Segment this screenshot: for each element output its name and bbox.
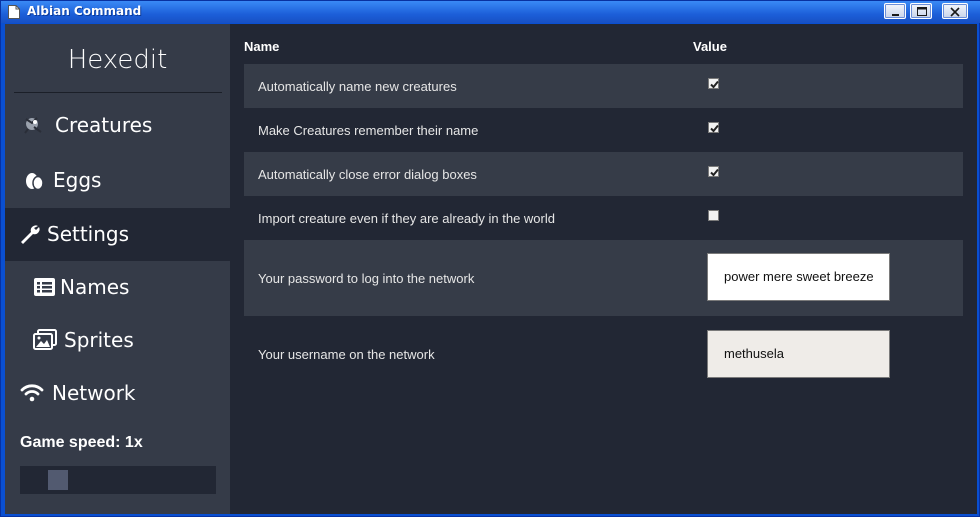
list-icon (34, 278, 55, 296)
wrench-icon (21, 225, 40, 244)
auto-name-checkbox[interactable] (708, 78, 719, 89)
egg-icon (26, 173, 44, 191)
setting-name: Your password to log into the network (258, 271, 475, 286)
maximize-button[interactable] (910, 3, 932, 19)
import-duplicate-checkbox[interactable] (708, 210, 719, 221)
setting-name: Make Creatures remember their name (258, 123, 479, 138)
sidebar: Hexedit Creatures Eggs Settings Names Sp… (5, 24, 230, 514)
images-icon (33, 329, 57, 350)
sidebar-item-label: Network (52, 381, 136, 405)
username-field[interactable]: methusela (707, 330, 890, 378)
checkmark-icon (710, 124, 719, 133)
auto-close-errors-checkbox[interactable] (708, 166, 719, 177)
client-area: Hexedit Creatures Eggs Settings Names Sp… (5, 24, 977, 514)
table-row: Your username on the network methusela (244, 316, 963, 392)
close-icon (950, 7, 960, 17)
settings-panel: Name Value Automatically name new creatu… (230, 24, 977, 514)
creature-icon (24, 117, 42, 134)
close-button[interactable] (942, 3, 968, 19)
minimize-icon (892, 14, 899, 16)
sidebar-item-sprites[interactable]: Sprites (5, 314, 230, 367)
application-window: Albian Command Hexedit Creatures Eggs Se… (0, 0, 980, 517)
window-title: Albian Command (27, 4, 142, 18)
sidebar-item-label: Creatures (55, 113, 153, 137)
table-row: Your password to log into the network po… (244, 240, 963, 316)
column-header-name: Name (244, 39, 280, 54)
title-bar[interactable]: Albian Command (1, 1, 980, 23)
setting-name: Your username on the network (258, 347, 435, 362)
document-icon (8, 5, 20, 19)
password-field[interactable]: power mere sweet breeze (707, 253, 890, 301)
app-title: Hexedit (67, 45, 168, 75)
table-row: Automatically close error dialog boxes (244, 152, 963, 196)
minimize-button[interactable] (884, 3, 906, 19)
sidebar-item-eggs[interactable]: Eggs (5, 154, 230, 207)
wifi-icon (20, 384, 44, 402)
remember-name-checkbox[interactable] (708, 122, 719, 133)
table-row: Automatically name new creatures (244, 64, 963, 108)
slider-thumb[interactable] (48, 470, 68, 490)
sidebar-item-settings[interactable]: Settings (5, 208, 230, 261)
sidebar-item-names[interactable]: Names (5, 261, 230, 314)
sidebar-item-label: Names (60, 275, 130, 299)
sidebar-item-label: Settings (47, 222, 130, 246)
sidebar-item-label: Eggs (53, 168, 102, 192)
checkmark-icon (710, 168, 719, 177)
sidebar-item-label: Sprites (64, 328, 134, 352)
sidebar-item-creatures[interactable]: Creatures (5, 99, 230, 152)
game-speed-label: Game speed: 1x (20, 434, 143, 451)
column-header-value: Value (693, 39, 727, 54)
sidebar-item-network[interactable]: Network (5, 367, 230, 420)
setting-name: Automatically close error dialog boxes (258, 167, 477, 182)
setting-name: Automatically name new creatures (258, 79, 457, 94)
setting-name: Import creature even if they are already… (258, 211, 555, 226)
maximize-icon (917, 7, 927, 16)
table-row: Make Creatures remember their name (244, 108, 963, 152)
game-speed-slider[interactable] (20, 466, 216, 494)
table-row: Import creature even if they are already… (244, 196, 963, 240)
sidebar-divider (14, 92, 222, 93)
checkmark-icon (710, 80, 719, 89)
